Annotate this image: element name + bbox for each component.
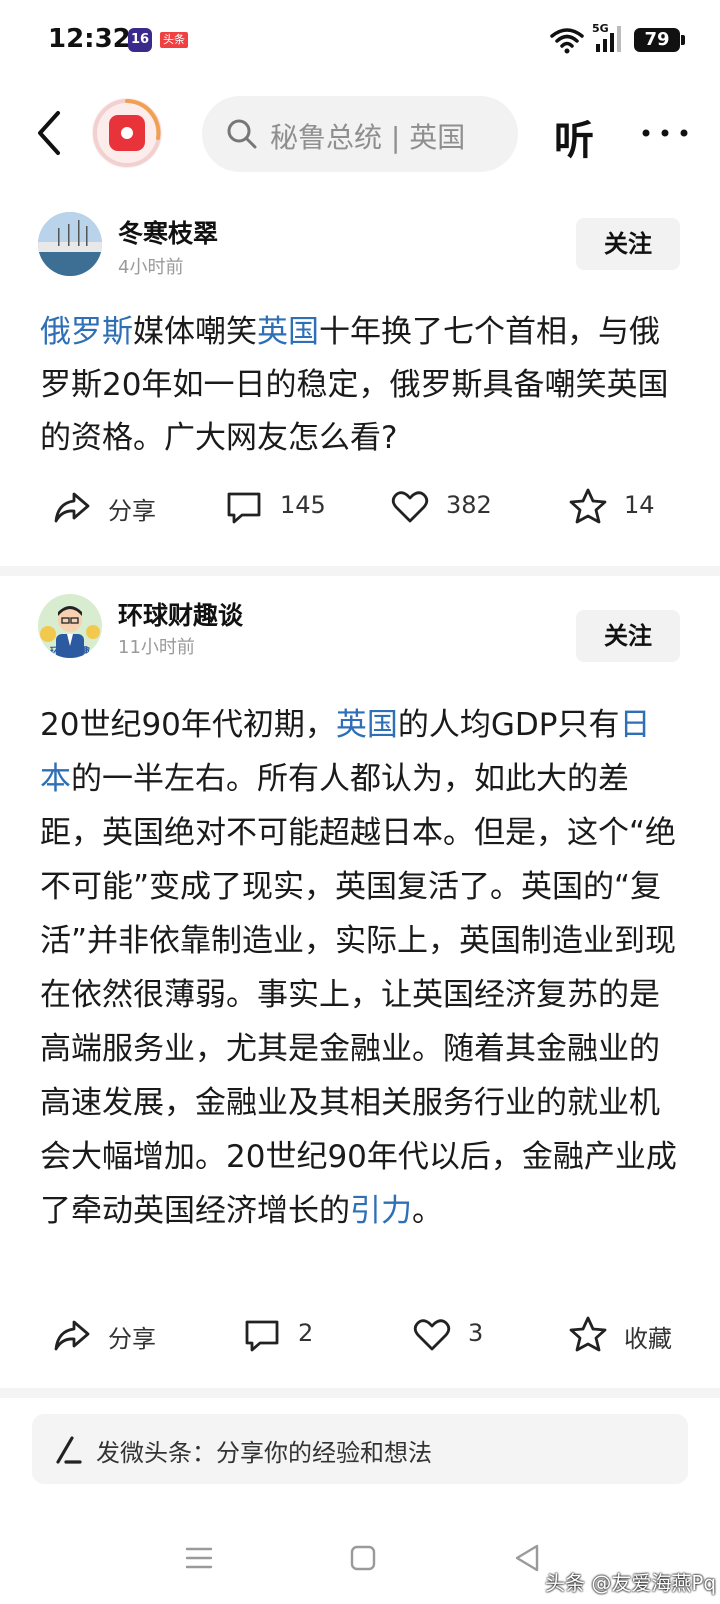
- avatar-caption: 环球财趣: [50, 647, 90, 658]
- keyword-link[interactable]: 俄罗斯: [40, 314, 133, 350]
- status-bar: 12:32 16 头条 5G 79: [0, 0, 720, 80]
- post-composer[interactable]: 发微头条：分享你的经验和想法: [32, 1414, 688, 1484]
- composer-placeholder: 发微头条：分享你的经验和想法: [96, 1439, 432, 1467]
- share-button[interactable]: 分享: [52, 1315, 172, 1355]
- share-button[interactable]: 分享: [52, 487, 172, 527]
- follow-button[interactable]: 关注: [576, 218, 680, 270]
- post-text: 媒体嘲笑: [133, 314, 257, 350]
- post-time: 11小时前: [118, 637, 195, 658]
- favorite-count: 14: [624, 491, 655, 519]
- like-button[interactable]: 382: [390, 487, 500, 527]
- heart-icon: [391, 491, 429, 523]
- author-avatar[interactable]: 环球财趣: [38, 594, 102, 658]
- favorite-button[interactable]: 14: [568, 487, 668, 527]
- watermark: 头条 @友爱海燕Pq: [545, 1571, 717, 1595]
- post-text: 的一半左右。所有人都认为，如此大的差距，英国绝对不可能超越日本。但是，这个“绝不…: [40, 761, 677, 1229]
- search-placeholder: 秘鲁总统 | 英国: [270, 121, 466, 154]
- post-text: 的人均GDP只有: [397, 707, 620, 743]
- star-icon: [569, 488, 607, 524]
- author-avatar[interactable]: [38, 212, 102, 276]
- listen-button[interactable]: 听: [554, 108, 594, 166]
- more-icon[interactable]: [640, 120, 690, 146]
- nav-menu-icon[interactable]: [185, 1545, 213, 1571]
- search-input[interactable]: 秘鲁总统 | 英国: [202, 96, 518, 172]
- status-time: 12:32: [48, 24, 131, 54]
- harbor-avatar-image: [38, 212, 102, 276]
- follow-button[interactable]: 关注: [576, 610, 680, 662]
- share-label: 分享: [108, 497, 156, 525]
- keyword-link[interactable]: 英国: [336, 707, 398, 743]
- battery-icon: [681, 35, 685, 45]
- comment-button[interactable]: 2: [242, 1315, 332, 1355]
- like-button[interactable]: 3: [412, 1315, 502, 1355]
- toutiao-notification-icon: 头条: [160, 32, 188, 48]
- favorite-button[interactable]: 收藏: [568, 1315, 688, 1355]
- post-body[interactable]: 俄罗斯媒体嘲笑英国十年换了七个首相，与俄罗斯20年如一日的稳定，俄罗斯具备嘲笑英…: [40, 306, 680, 465]
- like-count: 3: [468, 1319, 484, 1347]
- favorite-label: 收藏: [624, 1325, 672, 1353]
- share-icon: [54, 1320, 90, 1351]
- battery-level: 79: [634, 28, 680, 52]
- search-icon: [227, 119, 257, 149]
- like-count: 382: [446, 491, 492, 519]
- post-time: 4小时前: [118, 257, 184, 278]
- comment-icon: [227, 492, 261, 524]
- post-body[interactable]: 20世纪90年代初期，英国的人均GDP只有日本的一半左右。所有人都认为，如此大的…: [40, 698, 680, 1238]
- post-text: 20世纪90年代初期，: [40, 707, 336, 743]
- signal-icon: [596, 26, 621, 52]
- app-logo-dot: [121, 127, 133, 139]
- wifi-icon: [550, 28, 584, 54]
- notification-app-icon: 16: [128, 28, 152, 52]
- nav-back-icon[interactable]: [513, 1543, 541, 1573]
- post-divider: [0, 566, 720, 576]
- comment-icon: [245, 1320, 279, 1352]
- share-label: 分享: [108, 1325, 156, 1353]
- share-icon: [54, 492, 90, 523]
- pen-icon: [56, 1436, 82, 1464]
- comment-count: 2: [298, 1319, 314, 1347]
- keyword-link[interactable]: 引力: [350, 1193, 412, 1229]
- comment-count: 145: [280, 491, 326, 519]
- author-name[interactable]: 冬寒枝翠: [118, 214, 218, 250]
- post-divider: [0, 1388, 720, 1398]
- comment-button[interactable]: 145: [224, 487, 334, 527]
- heart-icon: [413, 1319, 451, 1351]
- post-text: 。: [412, 1193, 443, 1229]
- star-icon: [569, 1316, 607, 1352]
- back-arrow-icon[interactable]: [30, 105, 70, 161]
- nav-home-icon[interactable]: [350, 1545, 376, 1571]
- author-name[interactable]: 环球财趣谈: [118, 596, 243, 632]
- keyword-link[interactable]: 英国: [257, 314, 319, 350]
